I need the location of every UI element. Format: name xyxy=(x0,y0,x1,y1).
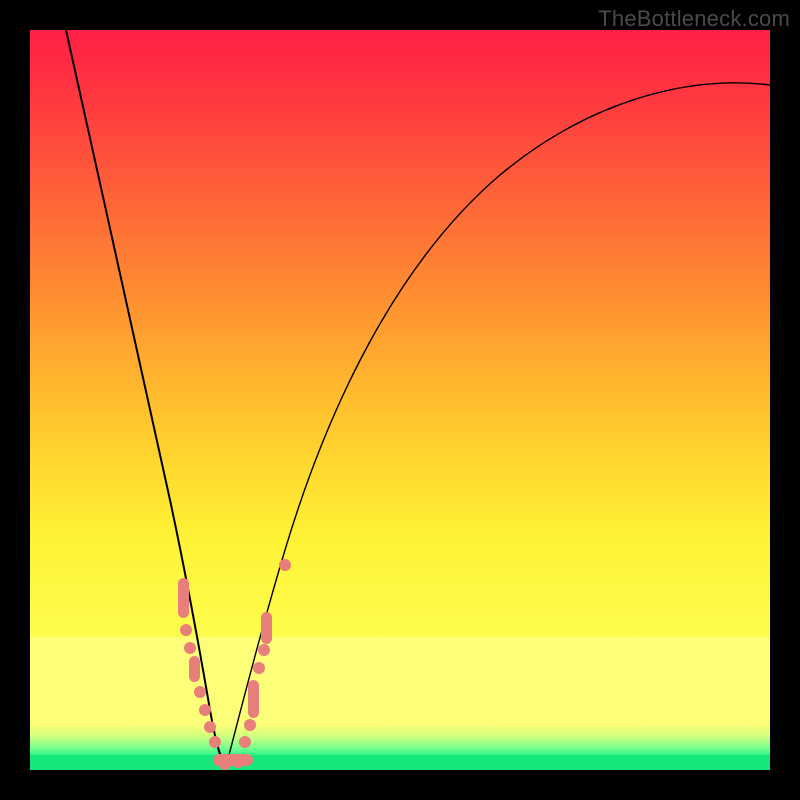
dot-cluster xyxy=(189,656,200,682)
curve-left-branch xyxy=(66,30,226,766)
data-dot xyxy=(194,686,206,698)
data-dot xyxy=(219,758,231,770)
dot-cluster xyxy=(248,680,259,718)
dot-cluster xyxy=(261,612,272,644)
data-dot xyxy=(184,642,196,654)
data-dot xyxy=(253,662,265,674)
data-dot xyxy=(209,736,221,748)
watermark-text: TheBottleneck.com xyxy=(598,6,790,32)
curve-right-branch xyxy=(226,83,770,766)
data-dot xyxy=(232,756,244,768)
data-dot xyxy=(244,719,256,731)
data-dot xyxy=(258,644,270,656)
data-dot xyxy=(239,736,251,748)
curve-layer xyxy=(30,30,770,770)
data-dot xyxy=(204,721,216,733)
data-dot xyxy=(199,704,211,716)
plot-area xyxy=(30,30,770,770)
data-dot xyxy=(180,624,192,636)
data-dot xyxy=(279,559,291,571)
dot-cluster xyxy=(178,578,189,618)
chart-frame: TheBottleneck.com xyxy=(0,0,800,800)
